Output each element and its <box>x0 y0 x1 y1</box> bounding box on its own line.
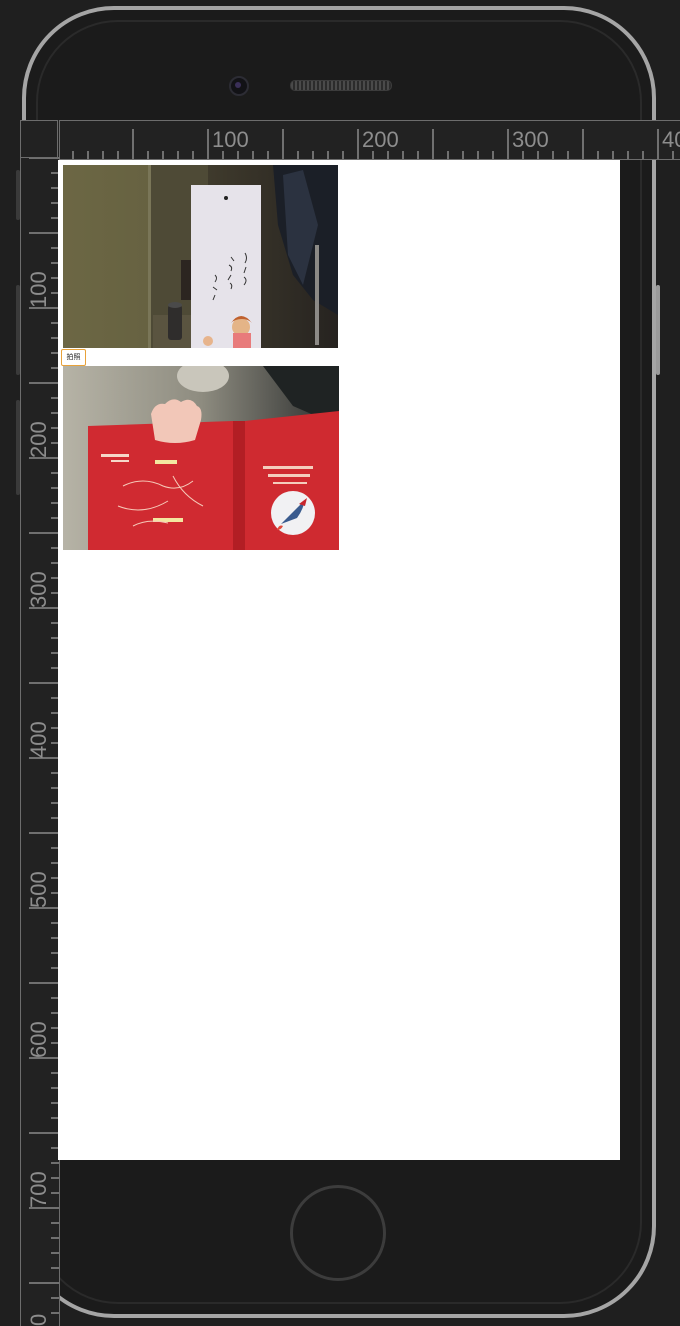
ruler-left-label-100: 100 <box>26 271 51 308</box>
ruler-top-label-300: 300 <box>512 127 549 152</box>
ruler-left-label-500: 500 <box>26 871 51 908</box>
ruler-left-label-700: 700 <box>26 1171 51 1208</box>
ruler-corner <box>20 120 58 158</box>
take-photo-button[interactable]: 拍照 <box>61 349 86 366</box>
ruler-left-label-800: 0 <box>26 1314 51 1326</box>
ruler-left-ticks: 100 200 300 400 500 600 700 0 <box>26 157 59 1326</box>
ruler-top-label-100: 100 <box>212 127 249 152</box>
bookmark-photo-image <box>63 165 338 348</box>
ruler-left: 100 200 300 400 500 600 700 0 <box>20 120 60 1326</box>
ruler-top-ticks: 100 200 300 40 <box>57 127 680 159</box>
ruler-top: 100 200 300 40 <box>20 120 680 160</box>
home-button[interactable] <box>290 1185 386 1281</box>
front-camera-icon <box>229 76 249 96</box>
ruler-top-label-400: 40 <box>662 127 680 152</box>
ruler-left-label-300: 300 <box>26 571 51 608</box>
ruler-left-label-600: 600 <box>26 1021 51 1058</box>
power-button <box>656 285 660 375</box>
camera-photo-book <box>63 366 339 550</box>
ruler-left-label-200: 200 <box>26 421 51 458</box>
ruler-top-label-200: 200 <box>362 127 399 152</box>
camera-photo-bookmark <box>63 165 338 348</box>
speaker-grille <box>290 80 392 91</box>
device-screen: 拍照 <box>58 160 620 1160</box>
book-photo-image <box>63 366 339 550</box>
ruler-left-label-400: 400 <box>26 721 51 758</box>
